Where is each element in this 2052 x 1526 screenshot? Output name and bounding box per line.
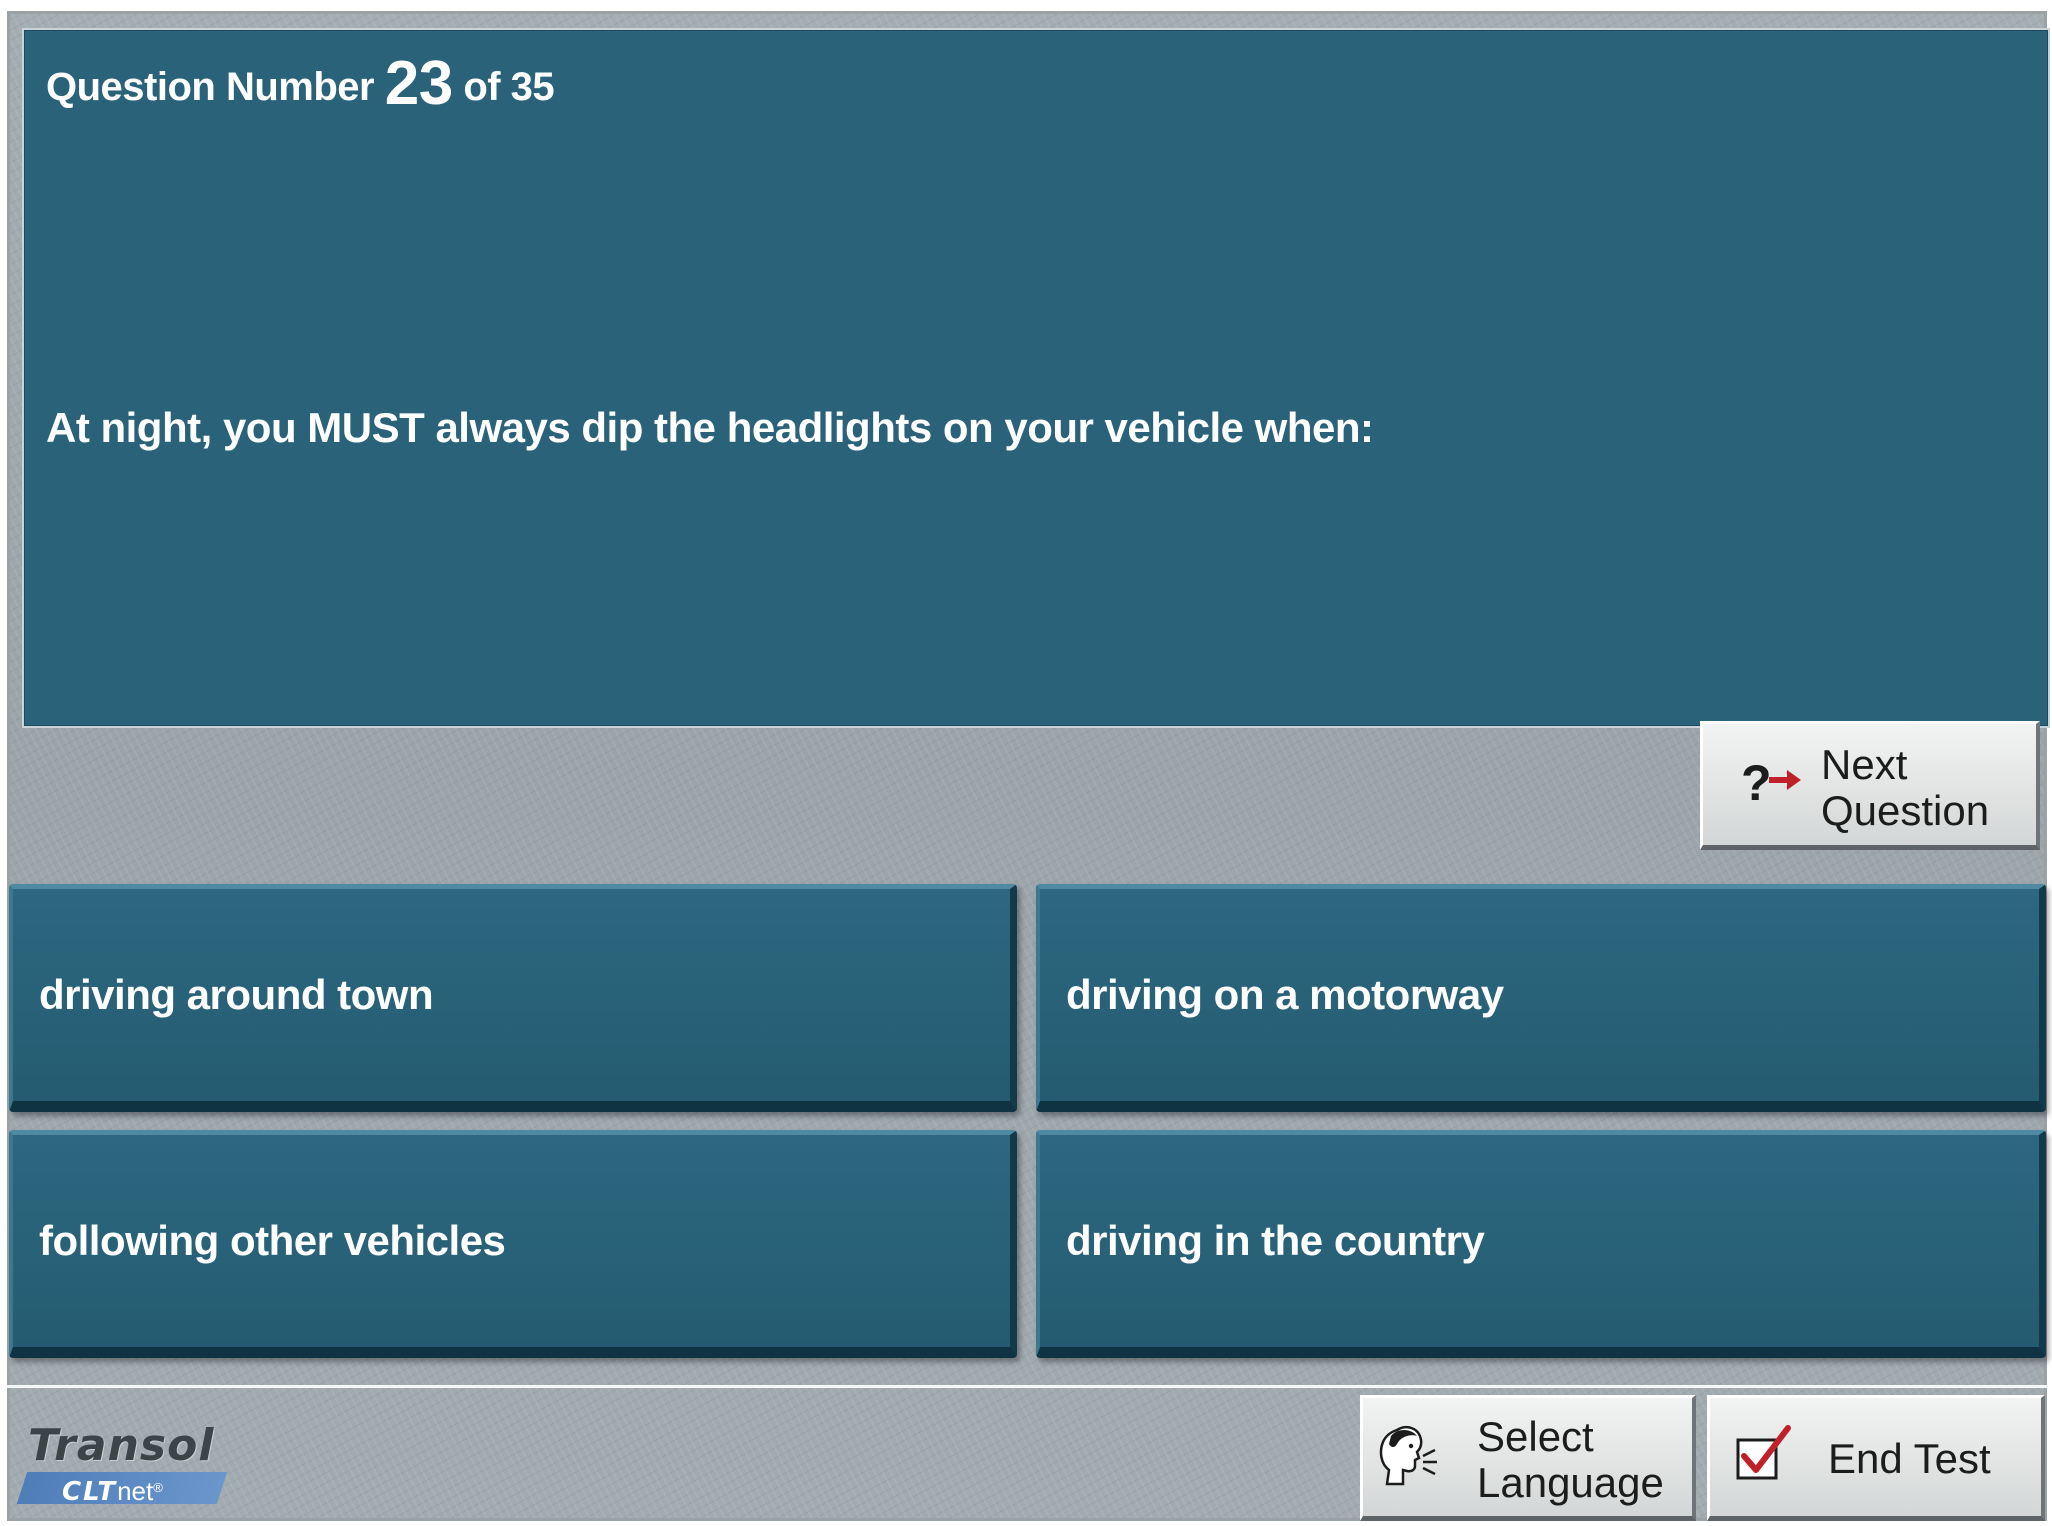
logo-product-bold: CLT bbox=[62, 1477, 118, 1507]
next-question-label: Next Question bbox=[1821, 742, 1989, 834]
logo-reg-mark: ® bbox=[153, 1480, 163, 1495]
question-arrow-icon: ? bbox=[1741, 755, 1801, 811]
question-number-suffix: of 35 bbox=[463, 65, 555, 109]
logo-product: CLTnet® bbox=[62, 1472, 163, 1507]
next-question-button[interactable]: ? Next Question bbox=[1700, 721, 2040, 850]
question-number-value: 23 bbox=[384, 49, 453, 118]
question-number: Question Number 23 of 35 bbox=[46, 48, 555, 119]
footer-divider bbox=[7, 1385, 2047, 1388]
select-language-button[interactable]: Select Language bbox=[1360, 1395, 1696, 1521]
question-number-prefix: Question Number bbox=[46, 65, 375, 109]
speaking-head-icon bbox=[1379, 1426, 1437, 1486]
checkbox-tick-icon bbox=[1736, 1425, 1791, 1480]
answer-option-d[interactable]: driving in the country bbox=[1036, 1130, 2046, 1358]
select-language-label: Select Language bbox=[1477, 1414, 1664, 1506]
end-test-button[interactable]: End Test bbox=[1707, 1395, 2045, 1521]
question-text: At night, you MUST always dip the headli… bbox=[46, 404, 1374, 451]
answer-option-b[interactable]: driving on a motorway bbox=[1036, 884, 2046, 1112]
answer-option-c[interactable]: following other vehicles bbox=[9, 1130, 1017, 1358]
next-question-label-line1: Next bbox=[1821, 741, 1908, 788]
answer-option-b-text: driving on a motorway bbox=[1066, 971, 1504, 1018]
transol-logo: Transol CLTnet® bbox=[16, 1420, 242, 1510]
svg-text:?: ? bbox=[1741, 755, 1772, 811]
answer-option-d-text: driving in the country bbox=[1066, 1217, 1485, 1264]
answer-option-c-text: following other vehicles bbox=[39, 1217, 506, 1264]
logo-brand: Transol bbox=[28, 1420, 215, 1471]
end-test-label: End Test bbox=[1828, 1435, 1991, 1482]
question-panel: Question Number 23 of 35 At night, you M… bbox=[22, 28, 2050, 728]
answer-option-a-text: driving around town bbox=[39, 971, 434, 1018]
select-language-label-line2: Language bbox=[1477, 1459, 1664, 1506]
logo-product-light: net bbox=[117, 1476, 154, 1506]
next-question-label-line2: Question bbox=[1821, 787, 1990, 834]
answer-option-a[interactable]: driving around town bbox=[9, 884, 1017, 1112]
select-language-label-line1: Select bbox=[1477, 1413, 1594, 1460]
